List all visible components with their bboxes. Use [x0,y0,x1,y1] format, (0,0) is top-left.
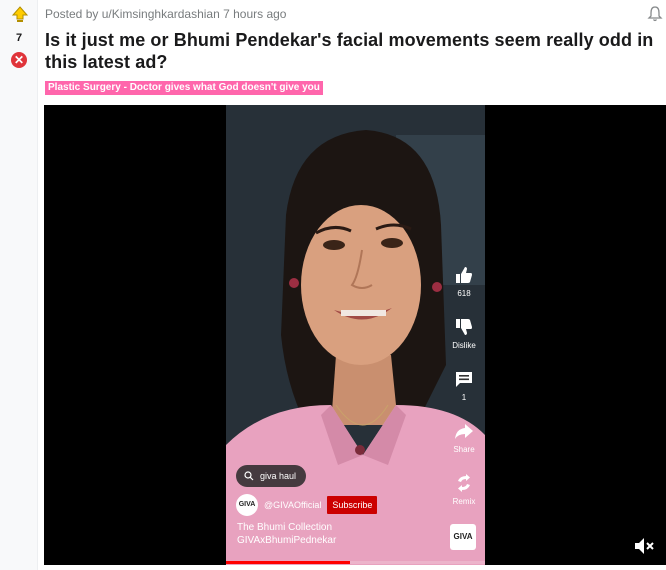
comment-button[interactable]: 1 [446,369,482,402]
mute-icon[interactable] [634,537,654,555]
vote-count: 7 [15,32,23,44]
bell-icon[interactable] [647,5,663,23]
post-meta: Posted by u/Kimsinghkardashian 7 hours a… [45,7,287,21]
like-icon [456,267,472,283]
channel-row: GIVA @GIVAOfficial Subscribe [236,494,378,516]
like-button[interactable]: 618 [446,265,482,298]
dislike-icon [456,319,472,335]
video-caption-line1: The Bhumi Collection [237,522,333,533]
video-content[interactable]: 618 Dislike 1 Share Remix giva haul GIVA… [226,105,485,565]
search-icon [244,471,254,481]
search-chip[interactable]: giva haul [236,465,307,487]
remix-button[interactable]: Remix [446,473,482,506]
comment-count: 1 [461,393,467,402]
like-count: 618 [457,289,471,298]
search-chip-label: giva haul [260,471,297,481]
sound-thumbnail[interactable]: GIVA [450,524,476,550]
vote-rail: 7 ✕ [0,0,38,570]
share-label: Share [453,445,475,454]
progress-bar[interactable] [226,561,485,564]
post-title[interactable]: Is it just me or Bhumi Pendekar's facial… [45,29,660,73]
post-flair[interactable]: Plastic Surgery - Doctor gives what God … [45,81,323,95]
comment-icon [456,372,472,387]
video-player[interactable]: 618 Dislike 1 Share Remix giva haul GIVA… [44,105,666,565]
progress-fill [226,561,351,564]
upvote-icon[interactable] [12,6,28,24]
channel-avatar[interactable]: GIVA [236,494,258,516]
share-button[interactable]: Share [446,421,482,454]
channel-name[interactable]: @GIVAOfficial [264,500,321,510]
dislike-button[interactable]: Dislike [446,317,482,350]
subscribe-button[interactable]: Subscribe [327,496,378,514]
video-caption-line2: GIVAxBhumiPednekar [237,535,337,546]
remix-label: Remix [452,497,476,506]
dislike-label: Dislike [452,341,476,350]
downvote-icon[interactable]: ✕ [11,52,27,68]
remix-icon [458,474,470,492]
share-icon [455,424,473,439]
